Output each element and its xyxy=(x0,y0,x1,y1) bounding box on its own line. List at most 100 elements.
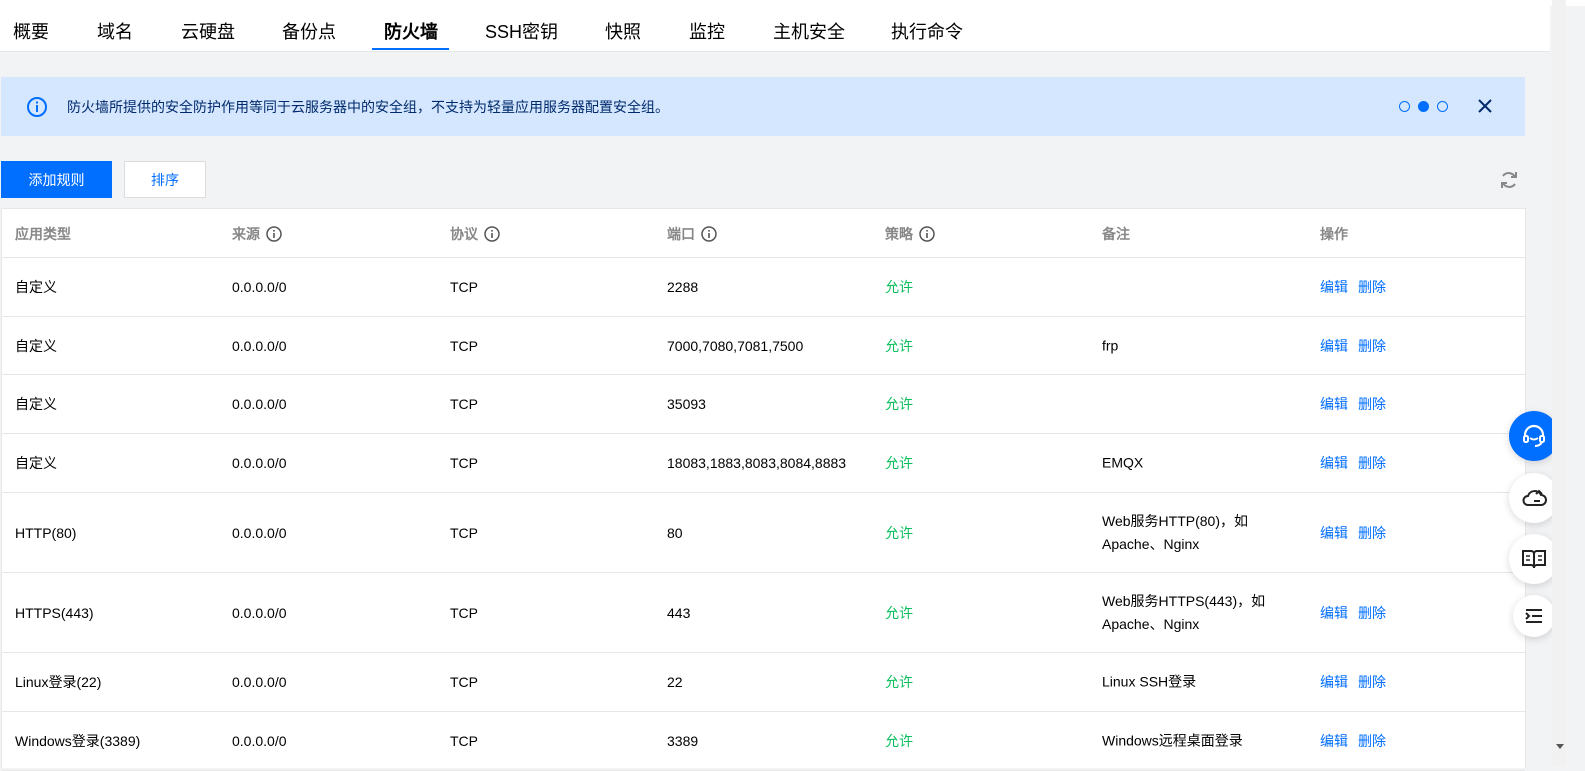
cell-port: 35093 xyxy=(667,396,706,412)
header-note: 备注 xyxy=(1102,224,1130,244)
cell-policy: 允许 xyxy=(885,337,913,354)
cell-source: 0.0.0.0/0 xyxy=(232,279,287,295)
edit-link[interactable]: 编辑 xyxy=(1320,603,1348,623)
edit-link[interactable]: 编辑 xyxy=(1320,731,1348,751)
edit-link[interactable]: 编辑 xyxy=(1320,336,1348,356)
cell-policy: 允许 xyxy=(885,396,913,412)
header-source: 来源 xyxy=(232,224,282,244)
tab-host-security[interactable]: 主机安全 xyxy=(773,18,845,44)
info-icon[interactable] xyxy=(484,226,500,242)
tab-backup[interactable]: 备份点 xyxy=(282,18,336,44)
info-icon[interactable] xyxy=(266,226,282,242)
tab-run-command[interactable]: 执行命令 xyxy=(891,18,963,44)
cell-port: 22 xyxy=(667,674,683,690)
add-rule-button[interactable]: 添加规则 xyxy=(1,161,112,198)
headset-icon xyxy=(1523,424,1545,447)
cell-note: Web服务HTTPS(443)，如Apache、Nginx xyxy=(1102,592,1266,632)
header-source-label: 来源 xyxy=(232,226,260,242)
delete-link[interactable]: 删除 xyxy=(1358,731,1386,751)
edit-link[interactable]: 编辑 xyxy=(1320,523,1348,543)
header-ops-label: 操作 xyxy=(1320,226,1348,242)
cell-ops: 编辑 删除 xyxy=(1320,731,1386,751)
page-scrollbar[interactable] xyxy=(1552,0,1566,766)
tab-monitor[interactable]: 监控 xyxy=(689,18,725,44)
header-app-type-label: 应用类型 xyxy=(15,226,71,242)
info-icon[interactable] xyxy=(919,226,935,242)
header-note-label: 备注 xyxy=(1102,226,1130,242)
delete-link[interactable]: 删除 xyxy=(1358,277,1386,297)
table-row: HTTP(80) 0.0.0.0/0 TCP 80 允许 Web服务HTTP(8… xyxy=(2,493,1525,573)
header-policy: 策略 xyxy=(885,224,935,244)
menu-indent-icon xyxy=(1525,609,1542,623)
cell-source: 0.0.0.0/0 xyxy=(232,396,287,412)
cell-note: Linux SSH登录 xyxy=(1102,673,1197,690)
cell-app-type: 自定义 xyxy=(15,279,57,295)
delete-link[interactable]: 删除 xyxy=(1358,523,1386,543)
info-icon xyxy=(27,97,47,117)
collapse-button[interactable] xyxy=(1513,595,1555,637)
cell-app-type: 自定义 xyxy=(15,396,57,412)
tab-cloud-disk[interactable]: 云硬盘 xyxy=(181,18,235,44)
scroll-down-icon[interactable] xyxy=(1556,742,1564,750)
cell-port: 443 xyxy=(667,604,691,621)
header-ops: 操作 xyxy=(1320,224,1348,244)
cell-app-type: 自定义 xyxy=(15,455,57,471)
edit-link[interactable]: 编辑 xyxy=(1320,453,1348,473)
info-icon[interactable] xyxy=(701,226,717,242)
delete-link[interactable]: 删除 xyxy=(1358,672,1386,692)
cell-ops: 编辑 删除 xyxy=(1320,603,1386,623)
cell-app-type: HTTPS(443) xyxy=(15,604,94,621)
cell-note: Web服务HTTP(80)，如Apache、Nginx xyxy=(1102,512,1248,552)
header-policy-label: 策略 xyxy=(885,226,913,242)
table-row: 自定义 0.0.0.0/0 TCP 7000,7080,7081,7500 允许… xyxy=(2,317,1525,375)
tab-overview[interactable]: 概要 xyxy=(13,18,49,44)
tab-ssh-keys[interactable]: SSH密钥 xyxy=(485,18,558,44)
header-app-type: 应用类型 xyxy=(15,224,71,244)
close-icon[interactable] xyxy=(1475,96,1495,116)
tab-firewall[interactable]: 防火墙 xyxy=(384,18,438,44)
cell-policy: 允许 xyxy=(885,455,913,471)
firewall-rules-table: 应用类型 来源 协议 端口 策略 备注 操作 自定义 0.0.0.0/0 TCP… xyxy=(1,208,1526,771)
table-header: 应用类型 来源 协议 端口 策略 备注 操作 xyxy=(2,209,1525,258)
table-row: Linux登录(22) 0.0.0.0/0 TCP 22 允许 Linux SS… xyxy=(2,653,1525,712)
header-port-label: 端口 xyxy=(667,226,695,242)
notice-pager-dot[interactable] xyxy=(1399,101,1410,112)
edit-link[interactable]: 编辑 xyxy=(1320,394,1348,414)
cell-note: Windows远程桌面登录 xyxy=(1102,732,1243,749)
table-row: 自定义 0.0.0.0/0 TCP 35093 允许 编辑 删除 xyxy=(2,375,1525,434)
delete-link[interactable]: 删除 xyxy=(1358,603,1386,623)
header-port: 端口 xyxy=(667,224,717,244)
tab-bar: 概要 域名 云硬盘 备份点 防火墙 SSH密钥 快照 监控 主机安全 执行命令 xyxy=(0,0,1550,52)
cell-protocol: TCP xyxy=(450,455,478,471)
cell-ops: 编辑 删除 xyxy=(1320,336,1386,356)
delete-link[interactable]: 删除 xyxy=(1358,394,1386,414)
table-row: HTTPS(443) 0.0.0.0/0 TCP 443 允许 Web服务HTT… xyxy=(2,573,1525,653)
edit-link[interactable]: 编辑 xyxy=(1320,672,1348,692)
cell-protocol: TCP xyxy=(450,604,478,621)
cell-app-type: 自定义 xyxy=(15,337,57,354)
active-tab-indicator xyxy=(372,48,449,50)
delete-link[interactable]: 删除 xyxy=(1358,453,1386,473)
cell-protocol: TCP xyxy=(450,733,478,749)
sort-button[interactable]: 排序 xyxy=(124,161,206,198)
cell-policy: 允许 xyxy=(885,604,913,621)
cell-source: 0.0.0.0/0 xyxy=(232,674,287,690)
notice-banner: 防火墙所提供的安全防护作用等同于云服务器中的安全组，不支持为轻量应用服务器配置安… xyxy=(1,77,1525,136)
refresh-icon[interactable] xyxy=(1498,169,1520,191)
table-row: 自定义 0.0.0.0/0 TCP 18083,1883,8083,8084,8… xyxy=(2,434,1525,493)
cloud-icon xyxy=(1522,489,1547,506)
cell-policy: 允许 xyxy=(885,674,913,690)
cell-port: 2288 xyxy=(667,279,699,295)
notice-text: 防火墙所提供的安全防护作用等同于云服务器中的安全组，不支持为轻量应用服务器配置安… xyxy=(67,99,669,115)
notice-pager-dot[interactable] xyxy=(1437,101,1448,112)
edit-link[interactable]: 编辑 xyxy=(1320,277,1348,297)
tab-snapshot[interactable]: 快照 xyxy=(605,18,641,44)
notice-pager-dot-active[interactable] xyxy=(1418,101,1429,112)
delete-link[interactable]: 删除 xyxy=(1358,336,1386,356)
cell-policy: 允许 xyxy=(885,733,913,749)
tab-domain[interactable]: 域名 xyxy=(97,18,133,44)
cell-source: 0.0.0.0/0 xyxy=(232,337,287,354)
cell-protocol: TCP xyxy=(450,524,478,541)
cell-source: 0.0.0.0/0 xyxy=(232,524,287,541)
header-protocol: 协议 xyxy=(450,224,500,244)
